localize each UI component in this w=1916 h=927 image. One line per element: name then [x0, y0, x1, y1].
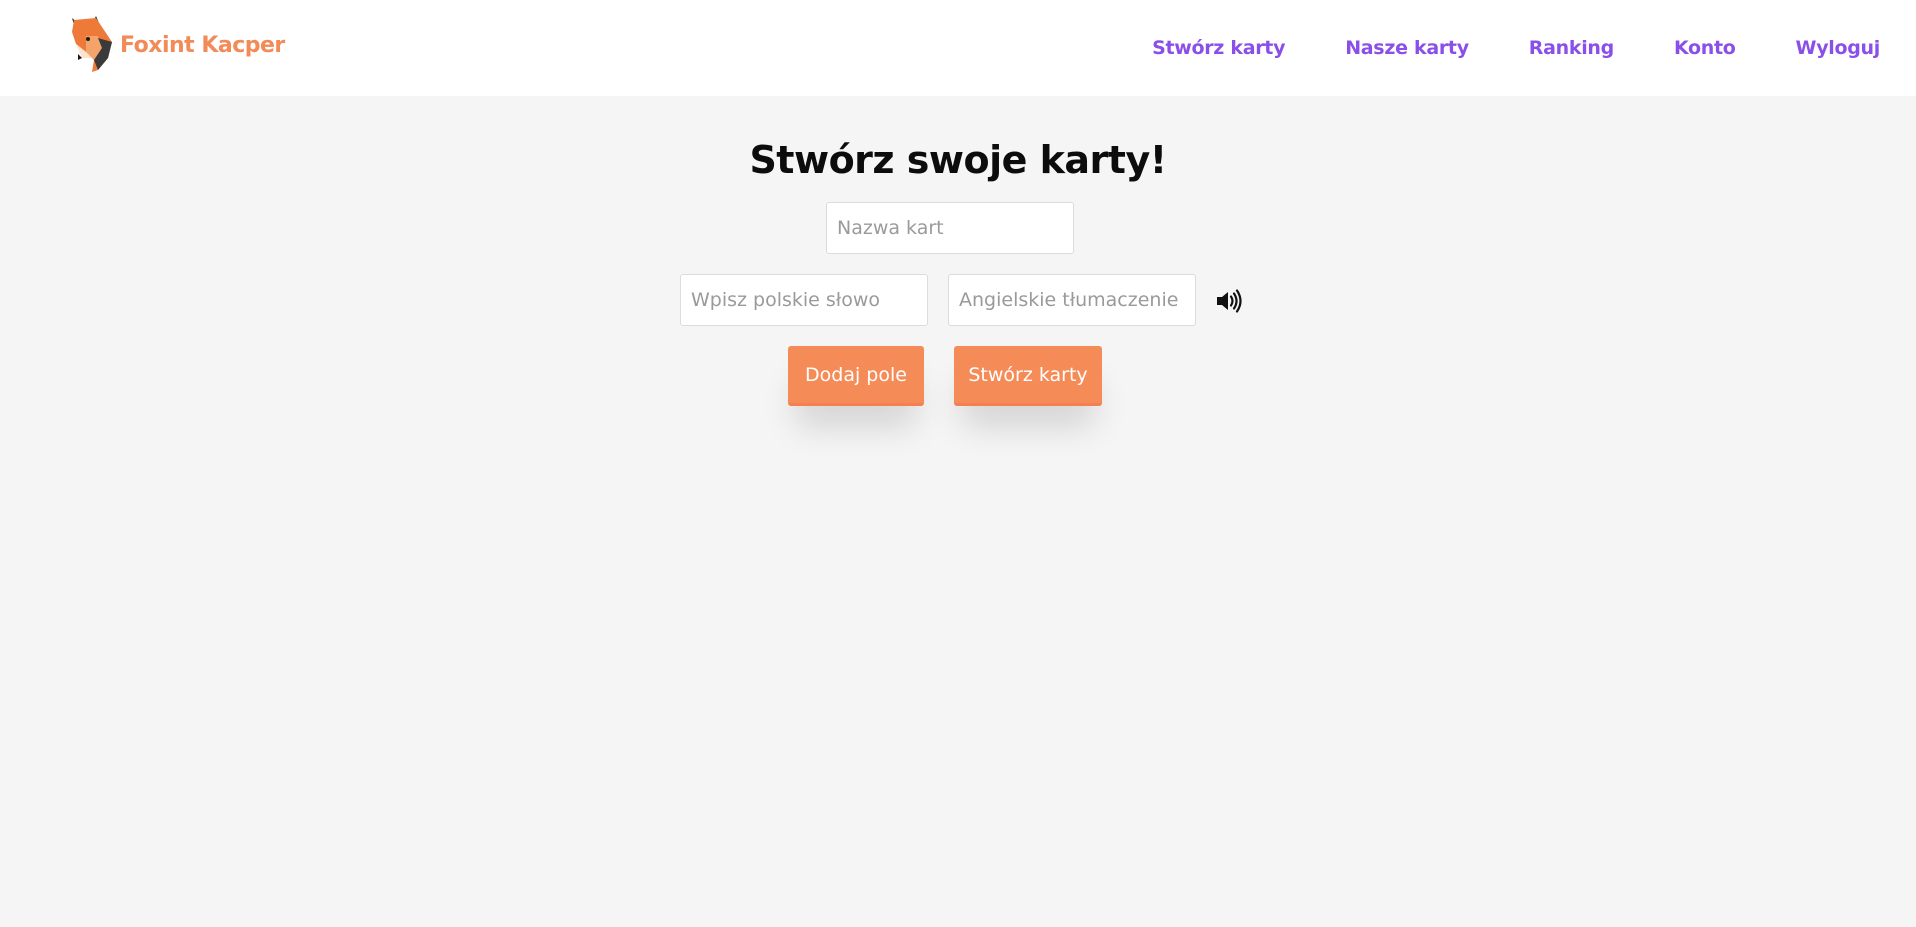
nav-create-cards[interactable]: Stwórz karty [1152, 37, 1285, 59]
english-translation-input[interactable] [948, 274, 1196, 326]
create-cards-button[interactable]: Stwórz karty [954, 346, 1102, 406]
fox-logo-icon [68, 14, 120, 76]
polish-word-input[interactable] [680, 274, 928, 326]
main-nav: Stwórz karty Nasze karty Ranking Konto W… [1092, 0, 1880, 96]
deck-name-input[interactable] [826, 202, 1074, 254]
brand-name: Foxint Kacper [120, 32, 285, 58]
page-title: Stwórz swoje karty! [749, 138, 1167, 182]
top-navbar: Foxint Kacper Stwórz karty Nasze karty R… [0, 0, 1916, 96]
nav-logout[interactable]: Wyloguj [1796, 37, 1881, 59]
nav-account[interactable]: Konto [1674, 37, 1736, 59]
add-field-button[interactable]: Dodaj pole [788, 346, 924, 406]
brand-home-link[interactable]: Foxint Kacper [68, 14, 285, 76]
speaker-volume-icon[interactable] [1214, 286, 1244, 316]
nav-our-cards[interactable]: Nasze karty [1345, 37, 1469, 59]
nav-ranking[interactable]: Ranking [1529, 37, 1614, 59]
